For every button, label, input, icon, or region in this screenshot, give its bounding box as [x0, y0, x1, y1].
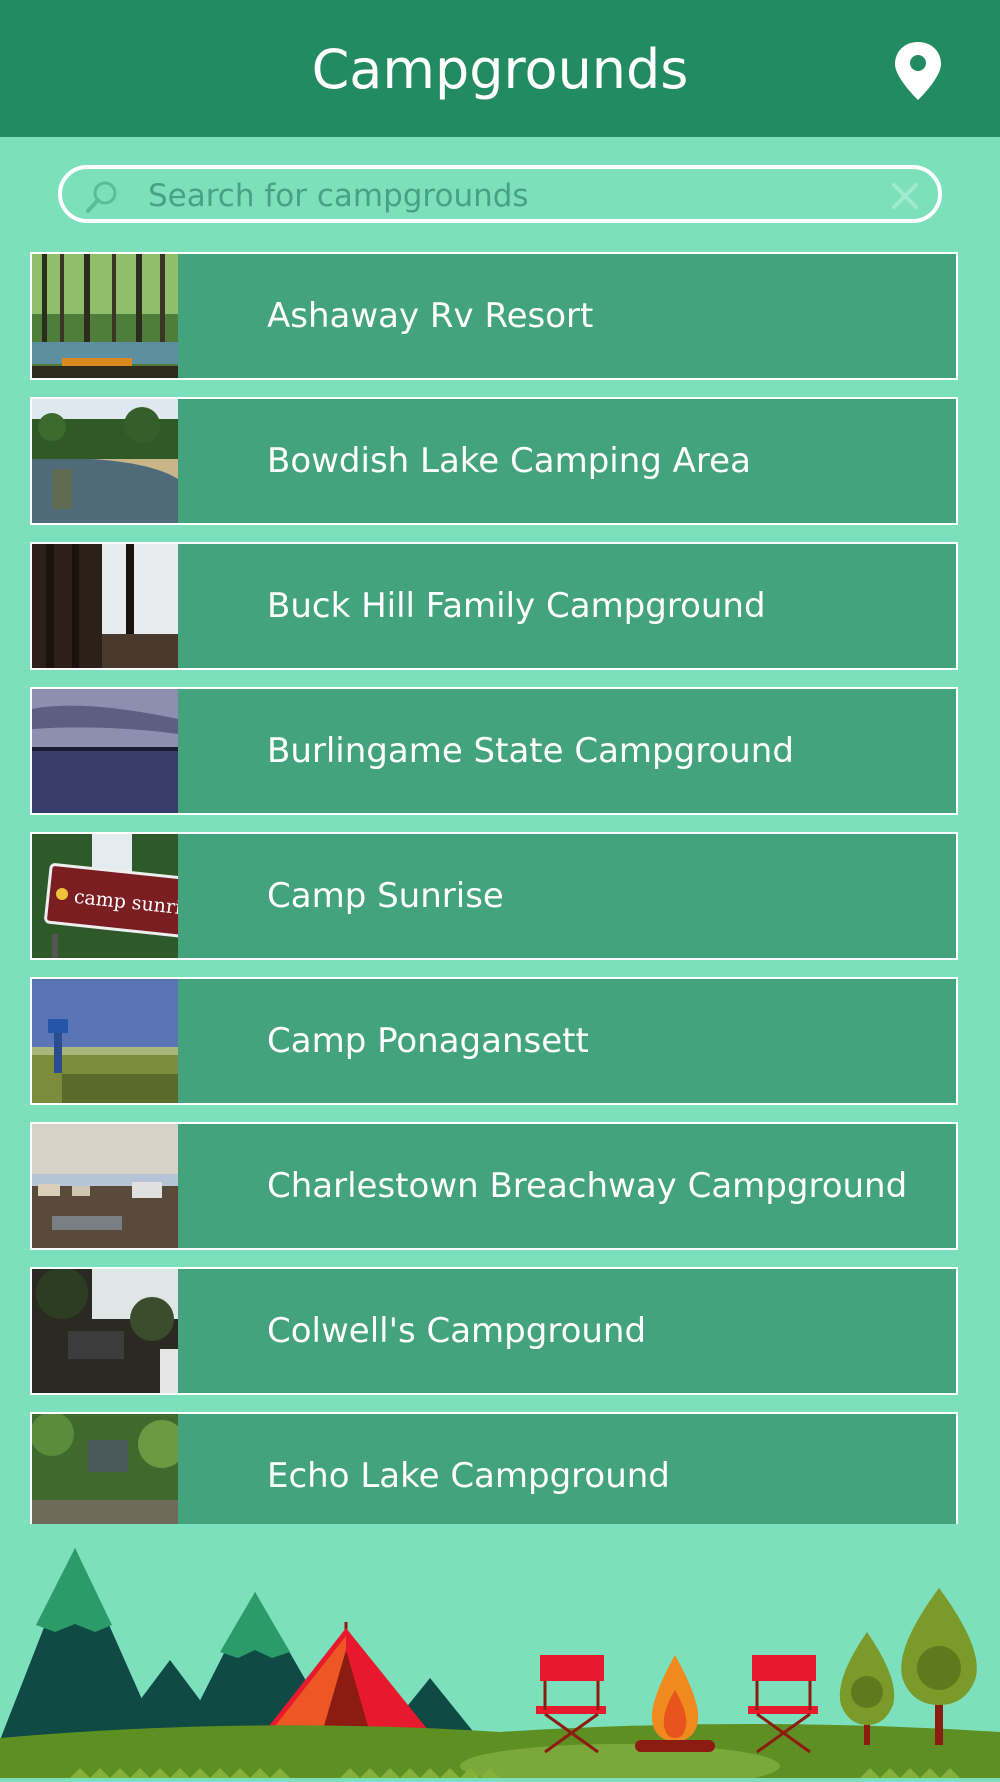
list-item[interactable]: Charlestown Breachway Campground	[30, 1122, 958, 1250]
campground-name: Echo Lake Campground	[267, 1455, 670, 1496]
app-header: Campgrounds	[0, 0, 1000, 137]
list-item[interactable]: camp sunrise Camp Sunrise	[30, 832, 958, 960]
campground-thumbnail	[32, 544, 178, 668]
campground-name: Camp Ponagansett	[267, 1020, 589, 1061]
campground-name: Bowdish Lake Camping Area	[267, 440, 751, 481]
map-pin-icon[interactable]	[892, 40, 944, 102]
campground-name: Burlingame State Campground	[267, 730, 794, 771]
campground-thumbnail	[32, 1124, 178, 1248]
page-title: Campgrounds	[311, 38, 689, 101]
camping-scenery-illustration	[0, 1540, 1000, 1782]
campground-thumbnail	[32, 399, 178, 523]
campground-name: Charlestown Breachway Campground	[267, 1165, 908, 1206]
campground-thumbnail	[32, 254, 178, 378]
campground-name: Ashaway Rv Resort	[267, 295, 594, 336]
search-bar[interactable]	[58, 165, 942, 223]
campground-name: Camp Sunrise	[267, 875, 504, 916]
list-item[interactable]: Colwell's Campground	[30, 1267, 958, 1395]
list-item[interactable]: Echo Lake Campground	[30, 1412, 958, 1524]
list-item[interactable]: Buck Hill Family Campground	[30, 542, 958, 670]
close-icon[interactable]	[890, 181, 920, 211]
campground-thumbnail	[32, 1414, 178, 1524]
campground-thumbnail: camp sunrise	[32, 834, 178, 958]
campground-name: Buck Hill Family Campground	[267, 585, 766, 626]
campground-thumbnail	[32, 1269, 178, 1393]
search-input[interactable]	[146, 173, 840, 219]
list-item[interactable]: Burlingame State Campground	[30, 687, 958, 815]
campground-list[interactable]: Ashaway Rv Resort Bowdish Lake Camping A…	[30, 250, 958, 1524]
list-item[interactable]: Bowdish Lake Camping Area	[30, 397, 958, 525]
campground-name: Colwell's Campground	[267, 1310, 647, 1351]
list-item[interactable]: Camp Ponagansett	[30, 977, 958, 1105]
search-icon	[84, 179, 120, 215]
campground-thumbnail	[32, 979, 178, 1103]
list-item[interactable]: Ashaway Rv Resort	[30, 252, 958, 380]
campground-thumbnail	[32, 689, 178, 813]
